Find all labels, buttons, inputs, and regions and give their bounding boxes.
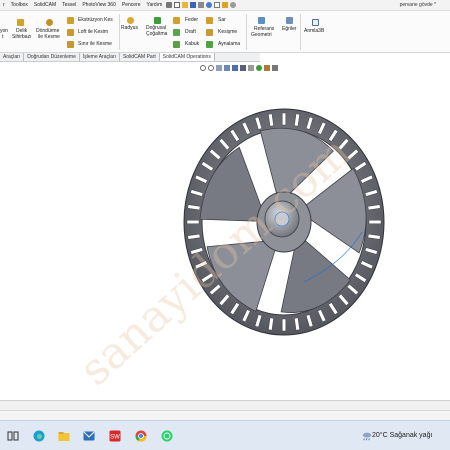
draft-icon[interactable] <box>173 29 180 36</box>
save-icon[interactable] <box>190 2 197 8</box>
fillet-icon[interactable] <box>127 17 134 24</box>
ring-slot <box>282 318 286 332</box>
revolve-cut-icon[interactable] <box>46 19 53 26</box>
extruded-cut-label[interactable]: Ekstrüzyon Kes <box>78 17 113 23</box>
rebuild-icon[interactable] <box>222 2 229 8</box>
menu-item-r[interactable]: r <box>0 2 8 8</box>
draft-label[interactable]: Draft <box>185 29 196 35</box>
chrome-browser-icon[interactable] <box>135 430 147 442</box>
part-model-canvas[interactable]: sanayidom.com <box>0 62 450 400</box>
options-gear-icon[interactable] <box>230 2 237 8</box>
boundary-cut-label[interactable]: Sınır ile Kesme <box>78 41 112 47</box>
edge-browser-icon[interactable] <box>33 430 45 442</box>
windows-taskbar: SW 20°C Sağanak yağı <box>0 420 450 450</box>
ribbon-separator <box>119 14 120 50</box>
undo-icon[interactable] <box>206 2 213 8</box>
view-settings-icon[interactable] <box>272 65 278 71</box>
document-title: pervane gövde * <box>399 2 436 8</box>
loft-cut-label[interactable]: Loft ile Kesim <box>78 29 108 35</box>
curves-label[interactable]: Eğriler <box>282 26 296 32</box>
intersect-icon[interactable] <box>206 29 213 36</box>
file-explorer-icon[interactable] <box>58 430 70 442</box>
curves-icon[interactable] <box>286 17 293 24</box>
shell-icon[interactable] <box>173 41 180 48</box>
ribbon-separator <box>300 14 301 50</box>
linear-pattern-icon[interactable] <box>154 17 161 24</box>
loft-cut-icon[interactable] <box>67 29 74 36</box>
wrap-icon[interactable] <box>206 17 213 24</box>
instant3d-label[interactable]: Anmla3B <box>304 28 324 34</box>
menu-item-solidcam[interactable]: SolidCAM <box>31 2 59 8</box>
hole-wizard-icon[interactable] <box>17 19 24 26</box>
weather-temperature: 20°C <box>372 432 388 439</box>
menu-item-photoview[interactable]: PhotoView 360 <box>79 2 119 8</box>
tab-solidcam-part[interactable]: SolidCAM Part <box>120 53 160 61</box>
print-icon[interactable] <box>198 2 205 8</box>
mirror-label[interactable]: Aynalama <box>218 41 240 47</box>
rib-icon[interactable] <box>173 17 180 24</box>
menu-bar: r Toolbox SolidCAM Tessel PhotoView 360 … <box>0 0 450 11</box>
menu-item-tessel[interactable]: Tessel <box>59 2 79 8</box>
fillet-label[interactable]: Radyus <box>121 25 138 31</box>
graphics-viewport[interactable]: sanayidom.com <box>0 62 450 400</box>
instant3d-icon[interactable] <box>312 19 319 26</box>
command-tabs: Araçları Doğrudan Düzenleme İşleme Araçl… <box>0 53 260 62</box>
tab-tools[interactable]: Araçları <box>0 53 25 61</box>
mirror-icon[interactable] <box>206 41 213 48</box>
whatsapp-icon[interactable] <box>161 430 173 442</box>
zoom-to-fit-icon[interactable] <box>200 65 206 71</box>
intersect-label[interactable]: Kesişme <box>218 29 237 35</box>
select-arrow-icon[interactable] <box>214 2 221 8</box>
menu-item-yardim[interactable]: Yardım <box>144 2 166 8</box>
rib-label[interactable]: Feder <box>185 17 198 23</box>
menu-item-toolbox[interactable]: Toolbox <box>8 2 31 8</box>
display-style-icon[interactable] <box>240 65 246 71</box>
new-document-icon[interactable] <box>174 2 181 8</box>
reference-geometry-label-2[interactable]: Geometri <box>251 32 272 38</box>
ribbon-cut-label-2[interactable]: t <box>2 34 3 40</box>
solidworks-app-icon[interactable]: SW <box>109 430 121 442</box>
status-bar <box>0 410 450 420</box>
heads-up-view-toolbar <box>200 64 278 72</box>
ring-slot <box>282 112 286 126</box>
ring-slot <box>186 220 200 224</box>
appearance-icon[interactable] <box>256 65 262 71</box>
linear-pattern-label-2[interactable]: Çoğaltma <box>146 31 167 37</box>
svg-text:SW: SW <box>110 435 120 441</box>
menu-item-pencere[interactable]: Pencere <box>119 2 144 8</box>
pin-icon[interactable] <box>166 2 173 8</box>
ring-slot <box>368 220 382 224</box>
tab-direct-editing[interactable]: Doğrudan Düzenleme <box>24 53 80 61</box>
weather-description: Sağanak yağı <box>389 432 433 439</box>
ribbon-separator <box>246 14 247 50</box>
open-folder-icon[interactable] <box>182 2 189 8</box>
revolve-cut-label-2[interactable]: ile Kesme <box>38 34 60 40</box>
weather-widget[interactable]: 20°C Sağanak yağı <box>372 432 432 439</box>
zoom-area-icon[interactable] <box>208 65 214 71</box>
reference-geometry-icon[interactable] <box>258 17 265 24</box>
tab-solidcam-operations[interactable]: SolidCAM Operations <box>159 53 215 61</box>
boundary-cut-icon[interactable] <box>67 41 74 48</box>
task-view-icon[interactable] <box>7 430 19 442</box>
wrap-label[interactable]: Sar <box>218 17 226 23</box>
tab-machining-tools[interactable]: İşleme Araçları <box>80 53 120 61</box>
feature-ribbon: yon t Delik Sihirbazı Döndürme ile Kesme… <box>0 11 450 53</box>
previous-view-icon[interactable] <box>216 65 222 71</box>
section-view-icon[interactable] <box>224 65 230 71</box>
extruded-cut-icon[interactable] <box>67 17 74 24</box>
weather-rain-icon[interactable] <box>362 431 372 441</box>
mail-app-icon[interactable] <box>83 430 95 442</box>
scene-icon[interactable] <box>264 65 270 71</box>
view-orientation-icon[interactable] <box>232 65 238 71</box>
hide-show-icon[interactable] <box>248 65 254 71</box>
hole-wizard-label-2[interactable]: Sihirbazı <box>12 34 31 40</box>
shell-label[interactable]: Kabuk <box>185 41 199 47</box>
